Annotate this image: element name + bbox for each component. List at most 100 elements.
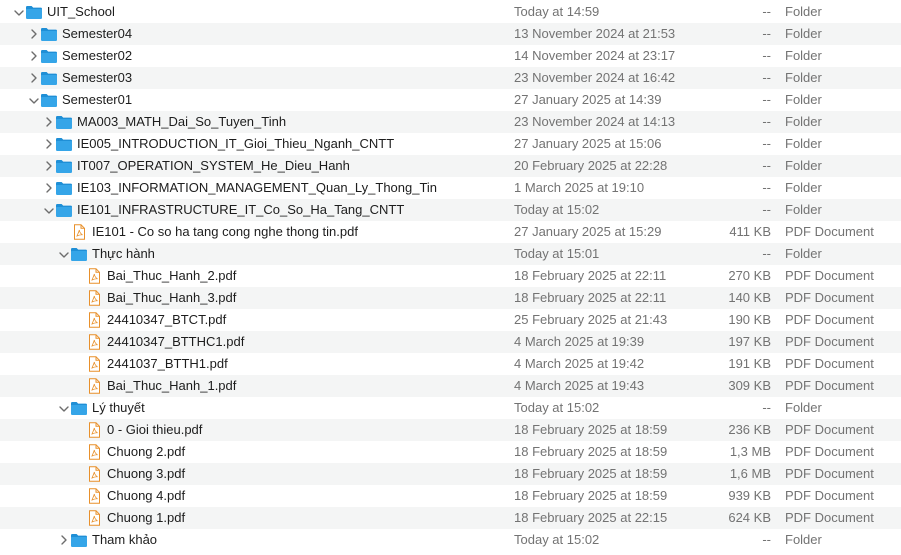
item-name: Chuong 1.pdf	[107, 510, 186, 525]
folder-row[interactable]: IE103_INFORMATION_MANAGEMENT_Quan_Ly_Tho…	[0, 177, 901, 199]
file-list: UIT_School Today at 14:59 -- Folder Semester…	[0, 0, 901, 551]
file-kind: PDF Document	[785, 290, 874, 305]
pdf-file-icon	[85, 268, 103, 284]
folder-row[interactable]: IT007_OPERATION_SYSTEM_He_Dieu_Hanh 20 Fe…	[0, 155, 901, 177]
item-name: IE101 - Co so ha tang cong nghe thong ti…	[92, 224, 358, 239]
chevron-down-icon[interactable]	[57, 397, 71, 419]
file-kind: Folder	[785, 26, 822, 41]
folder-row[interactable]: MA003_MATH_Dai_So_Tuyen_Tinh 23 November …	[0, 111, 901, 133]
folder-icon	[55, 136, 73, 152]
folder-icon	[40, 48, 58, 64]
pdf-file-icon	[70, 224, 88, 240]
file-kind: PDF Document	[785, 488, 874, 503]
item-name: Lý thuyết	[92, 400, 145, 415]
folder-row[interactable]: IE101_INFRASTRUCTURE_IT_Co_So_Ha_Tang_CN…	[0, 199, 901, 221]
folder-row[interactable]: Semester02 14 November 2024 at 23:17 -- Fol…	[0, 45, 901, 67]
file-size: --	[762, 532, 771, 547]
file-size: 411 KB	[729, 224, 771, 239]
file-row[interactable]: 24410347_BTTHC1.pdf 4 March 2025 at 19:39…	[0, 331, 901, 353]
file-size: --	[762, 114, 771, 129]
chevron-right-icon[interactable]	[27, 45, 41, 67]
file-row[interactable]: Bai_Thuc_Hanh_3.pdf 18 February 2025 at 2…	[0, 287, 901, 309]
file-kind: Folder	[785, 400, 822, 415]
folder-row[interactable]: IE005_INTRODUCTION_IT_Gioi_Thieu_Nganh_C…	[0, 133, 901, 155]
folder-row[interactable]: Lý thuyết Today at 15:02 -- Folder	[0, 397, 901, 419]
item-name: Chuong 2.pdf	[107, 444, 186, 459]
chevron-down-icon[interactable]	[27, 89, 41, 111]
item-name: Tham khảo	[92, 532, 158, 547]
folder-icon	[40, 70, 58, 86]
file-kind: Folder	[785, 136, 822, 151]
chevron-right-icon[interactable]	[42, 155, 56, 177]
file-size: --	[762, 70, 771, 85]
date-modified: 27 January 2025 at 15:06	[514, 136, 662, 151]
file-kind: Folder	[785, 4, 822, 19]
folder-icon	[55, 158, 73, 174]
date-modified: 18 February 2025 at 22:11	[514, 290, 667, 305]
chevron-right-icon[interactable]	[27, 23, 41, 45]
date-modified: 25 February 2025 at 21:43	[514, 312, 668, 327]
file-size: 197 KB	[728, 334, 771, 349]
folder-row[interactable]: Semester04 13 November 2024 at 21:53 -- Fol…	[0, 23, 901, 45]
folder-icon	[40, 92, 58, 108]
chevron-right-icon[interactable]	[27, 67, 41, 89]
file-size: 624 KB	[728, 510, 771, 525]
file-row[interactable]: Bai_Thuc_Hanh_1.pdf 4 March 2025 at 19:43…	[0, 375, 901, 397]
file-row[interactable]: 2441037_BTTH1.pdf 4 March 2025 at 19:42 19…	[0, 353, 901, 375]
folder-icon	[55, 180, 73, 196]
pdf-file-icon	[85, 466, 103, 482]
item-name: Bai_Thuc_Hanh_2.pdf	[107, 268, 237, 283]
folder-icon	[25, 4, 43, 20]
file-kind: PDF Document	[785, 422, 874, 437]
file-kind: Folder	[785, 48, 822, 63]
file-kind: PDF Document	[785, 356, 874, 371]
file-size: 140 KB	[728, 290, 771, 305]
date-modified: 4 March 2025 at 19:39	[514, 334, 645, 349]
file-kind: PDF Document	[785, 224, 874, 239]
date-modified: 18 February 2025 at 22:15	[514, 510, 668, 525]
file-size: 1,3 MB	[729, 444, 771, 459]
file-row[interactable]: 24410347_BTCT.pdf 25 February 2025 at 21:…	[0, 309, 901, 331]
file-size: --	[762, 158, 771, 173]
item-name: 24410347_BTTHC1.pdf	[107, 334, 245, 349]
file-size: 236 KB	[728, 422, 771, 437]
item-name: Semester03	[62, 70, 133, 85]
file-row[interactable]: Chuong 2.pdf 18 February 2025 at 18:59 1,3…	[0, 441, 901, 463]
chevron-down-icon[interactable]	[42, 199, 56, 221]
pdf-file-icon	[85, 312, 103, 328]
chevron-right-icon[interactable]	[42, 177, 56, 199]
item-name: Bai_Thuc_Hanh_3.pdf	[107, 290, 237, 305]
chevron-down-icon[interactable]	[57, 243, 71, 265]
folder-icon	[70, 246, 88, 262]
file-row[interactable]: Chuong 3.pdf 18 February 2025 at 18:59 1,6…	[0, 463, 901, 485]
chevron-down-icon[interactable]	[12, 1, 26, 23]
file-row[interactable]: Chuong 4.pdf 18 February 2025 at 18:59 939…	[0, 485, 901, 507]
chevron-right-icon[interactable]	[42, 133, 56, 155]
chevron-right-icon[interactable]	[42, 111, 56, 133]
chevron-right-icon[interactable]	[57, 529, 71, 551]
pdf-file-icon	[85, 444, 103, 460]
pdf-file-icon	[85, 290, 103, 306]
file-size: --	[762, 136, 771, 151]
pdf-file-icon	[85, 488, 103, 504]
folder-row[interactable]: UIT_School Today at 14:59 -- Folder	[0, 1, 901, 23]
folder-row[interactable]: Semester03 23 November 2024 at 16:42 -- Fol…	[0, 67, 901, 89]
folder-row[interactable]: Thực hành Today at 15:01 -- Folder	[0, 243, 901, 265]
file-row[interactable]: Chuong 1.pdf 18 February 2025 at 22:15 624…	[0, 507, 901, 529]
file-size: 191 KB	[728, 356, 771, 371]
item-name: Semester02	[62, 48, 133, 63]
file-kind: Folder	[785, 70, 822, 85]
file-row[interactable]: 0 - Gioi thieu.pdf 18 February 2025 at 18…	[0, 419, 901, 441]
file-kind: Folder	[785, 114, 822, 129]
file-kind: PDF Document	[785, 378, 874, 393]
file-kind: PDF Document	[785, 334, 874, 349]
folder-row[interactable]: Semester01 27 January 2025 at 14:39 -- Fold…	[0, 89, 901, 111]
folder-row[interactable]: Tham khảo Today at 15:02 -- Folder	[0, 529, 901, 551]
file-size: --	[762, 48, 771, 63]
file-row[interactable]: IE101 - Co so ha tang cong nghe thong ti…	[0, 221, 901, 243]
file-row[interactable]: Bai_Thuc_Hanh_2.pdf 18 February 2025 at 2…	[0, 265, 901, 287]
item-name: IE103_INFORMATION_MANAGEMENT_Quan_Ly_Tho…	[77, 180, 438, 195]
file-size: --	[762, 26, 771, 41]
date-modified: 1 March 2025 at 19:10	[514, 180, 645, 195]
date-modified: 27 January 2025 at 15:29	[514, 224, 662, 239]
